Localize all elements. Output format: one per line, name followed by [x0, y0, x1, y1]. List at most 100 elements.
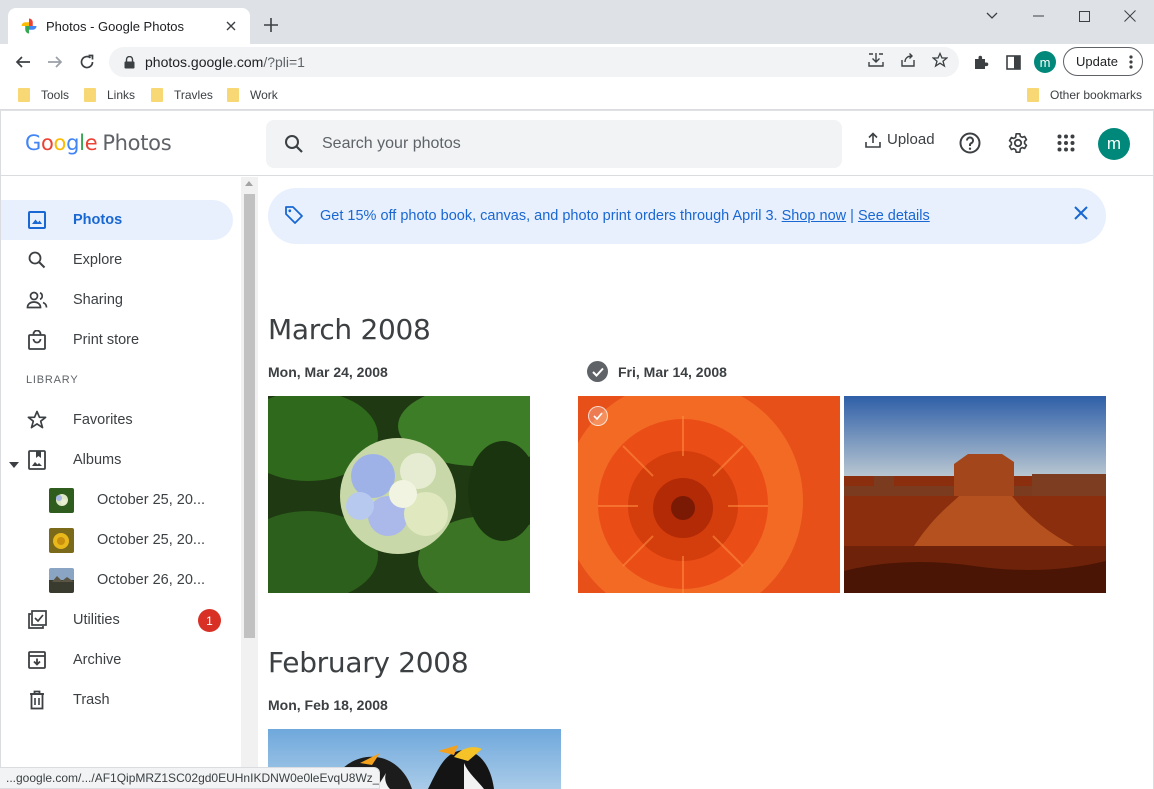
- sidebar-item-sharing[interactable]: Sharing: [1, 280, 233, 320]
- sidebar-item-print-store[interactable]: Print store: [1, 320, 233, 360]
- library-heading: LIBRARY: [26, 374, 79, 386]
- settings-gear-icon[interactable]: [1005, 130, 1031, 156]
- bookmark-label: Travles: [174, 88, 213, 102]
- logo-letter: g: [66, 131, 80, 155]
- google-photos-logo[interactable]: Google Photos: [25, 131, 172, 155]
- photo-thumbnail-hydrangea[interactable]: [268, 396, 530, 593]
- update-button[interactable]: Update: [1063, 47, 1143, 76]
- new-tab-icon[interactable]: [258, 12, 284, 38]
- install-app-icon[interactable]: [866, 50, 886, 70]
- sidebar-item-label: Photos: [73, 212, 123, 228]
- promo-banner: Get 15% off photo book, canvas, and phot…: [268, 188, 1106, 244]
- address-url: photos.google.com/?pli=1: [145, 54, 305, 70]
- bookmark-label: Links: [107, 88, 136, 102]
- sidebar-item-photos[interactable]: Photos: [1, 200, 233, 240]
- logo-letter: o: [53, 131, 67, 155]
- sidebar-item-label: Favorites: [73, 412, 133, 428]
- album-item[interactable]: October 25, 20...: [1, 520, 233, 560]
- close-icon[interactable]: [1074, 206, 1088, 225]
- side-panel-icon[interactable]: [1001, 50, 1025, 74]
- select-photo-check-icon[interactable]: [588, 406, 608, 426]
- search-input[interactable]: [322, 135, 802, 153]
- bookmark-star-icon[interactable]: [930, 50, 950, 70]
- tab-title: Photos - Google Photos: [46, 18, 185, 34]
- month-heading: March 2008: [268, 313, 431, 346]
- sidebar-item-trash[interactable]: Trash: [1, 680, 233, 720]
- sidebar: Photos Explore Sharing Print store LIBRA…: [1, 177, 241, 789]
- browser-toolbar: photos.google.com/?pli=1 m Update: [0, 44, 1154, 80]
- search-icon[interactable]: [266, 134, 322, 154]
- upload-label: Upload: [887, 131, 935, 148]
- select-day-check-icon[interactable]: [587, 361, 608, 382]
- folder-icon: [227, 88, 239, 102]
- folder-icon: [1027, 88, 1039, 102]
- scrollbar-thumb[interactable]: [244, 194, 255, 638]
- apps-grid-icon[interactable]: [1053, 130, 1079, 156]
- sidebar-item-albums[interactable]: Albums: [1, 440, 233, 480]
- search-bar[interactable]: [266, 120, 842, 168]
- see-details-link[interactable]: See details: [858, 208, 930, 224]
- sidebar-item-label: Print store: [73, 332, 140, 348]
- address-bar[interactable]: photos.google.com/?pli=1: [109, 47, 959, 77]
- promo-text: Get 15% off photo book, canvas, and phot…: [320, 208, 778, 224]
- utilities-icon: [25, 608, 49, 632]
- sidebar-scrollbar[interactable]: [241, 177, 258, 789]
- shopping-bag-icon: [25, 328, 49, 352]
- logo-google-word: Google: [25, 131, 98, 155]
- archive-icon: [25, 648, 49, 672]
- other-bookmarks[interactable]: Other bookmarks: [1027, 86, 1142, 104]
- minimize-icon[interactable]: [1015, 0, 1061, 32]
- close-tab-icon[interactable]: [222, 17, 240, 35]
- back-arrow-icon[interactable]: [9, 48, 37, 76]
- tab-search-chevron-icon[interactable]: [969, 0, 1015, 32]
- album-item[interactable]: October 25, 20...: [1, 480, 233, 520]
- browser-profile-avatar[interactable]: m: [1034, 51, 1056, 73]
- browser-tab-strip: Photos - Google Photos: [0, 0, 1154, 44]
- account-avatar[interactable]: m: [1098, 128, 1130, 160]
- day-heading: Mon, Mar 24, 2008: [268, 364, 388, 380]
- album-item[interactable]: October 26, 20...: [1, 560, 233, 600]
- bookmarks-bar: Tools Links Travles Work Other bookmarks: [0, 80, 1154, 110]
- photo-thumbnail-desert[interactable]: [844, 396, 1106, 593]
- promo-text-line: Get 15% off photo book, canvas, and phot…: [320, 208, 930, 224]
- sidebar-item-archive[interactable]: Archive: [1, 640, 233, 680]
- photo-thumbnail-chrysanthemum[interactable]: [578, 396, 840, 593]
- maximize-icon[interactable]: [1061, 0, 1107, 32]
- forward-arrow-icon[interactable]: [41, 48, 69, 76]
- reload-icon[interactable]: [73, 48, 101, 76]
- collapse-triangle-icon[interactable]: [9, 456, 19, 472]
- album-icon: [25, 448, 49, 472]
- sidebar-item-favorites[interactable]: Favorites: [1, 400, 233, 440]
- day-heading: Mon, Feb 18, 2008: [268, 697, 388, 713]
- album-thumbnail: [49, 567, 74, 593]
- bookmark-label: Work: [250, 88, 278, 102]
- bookmark-folder-work[interactable]: Work: [227, 86, 278, 104]
- logo-letter: e: [84, 131, 98, 155]
- extensions-puzzle-icon[interactable]: [969, 50, 993, 74]
- month-heading: February 2008: [268, 646, 469, 679]
- sidebar-item-explore[interactable]: Explore: [1, 240, 233, 280]
- update-label: Update: [1076, 54, 1118, 69]
- help-icon[interactable]: [957, 130, 983, 156]
- shop-now-link[interactable]: Shop now: [782, 208, 847, 224]
- bookmark-folder-travles[interactable]: Travles: [151, 86, 213, 104]
- upload-button[interactable]: Upload: [865, 131, 935, 148]
- bookmark-label: Other bookmarks: [1050, 88, 1143, 102]
- trash-icon: [25, 688, 49, 712]
- logo-letter: o: [40, 131, 54, 155]
- app-header: GooglePhotos Upload m: [1, 111, 1153, 176]
- search-icon: [25, 248, 49, 272]
- album-thumbnail: [49, 527, 74, 553]
- promo-separator: |: [850, 208, 854, 224]
- bookmark-folder-tools[interactable]: Tools: [18, 86, 69, 104]
- scroll-up-arrow-icon[interactable]: [245, 181, 253, 186]
- close-window-icon[interactable]: [1107, 0, 1153, 32]
- sidebar-item-utilities[interactable]: Utilities 1: [1, 600, 233, 640]
- lock-icon[interactable]: [121, 55, 137, 69]
- more-vert-icon[interactable]: [1129, 54, 1133, 73]
- link-status-bar: ...google.com/.../AF1QipMRZ1SC02gd0EUHnI…: [0, 767, 380, 789]
- photo-grid-area: Get 15% off photo book, canvas, and phot…: [258, 177, 1153, 789]
- bookmark-folder-links[interactable]: Links: [84, 86, 135, 104]
- share-icon[interactable]: [898, 50, 918, 70]
- browser-tab[interactable]: Photos - Google Photos: [8, 8, 250, 44]
